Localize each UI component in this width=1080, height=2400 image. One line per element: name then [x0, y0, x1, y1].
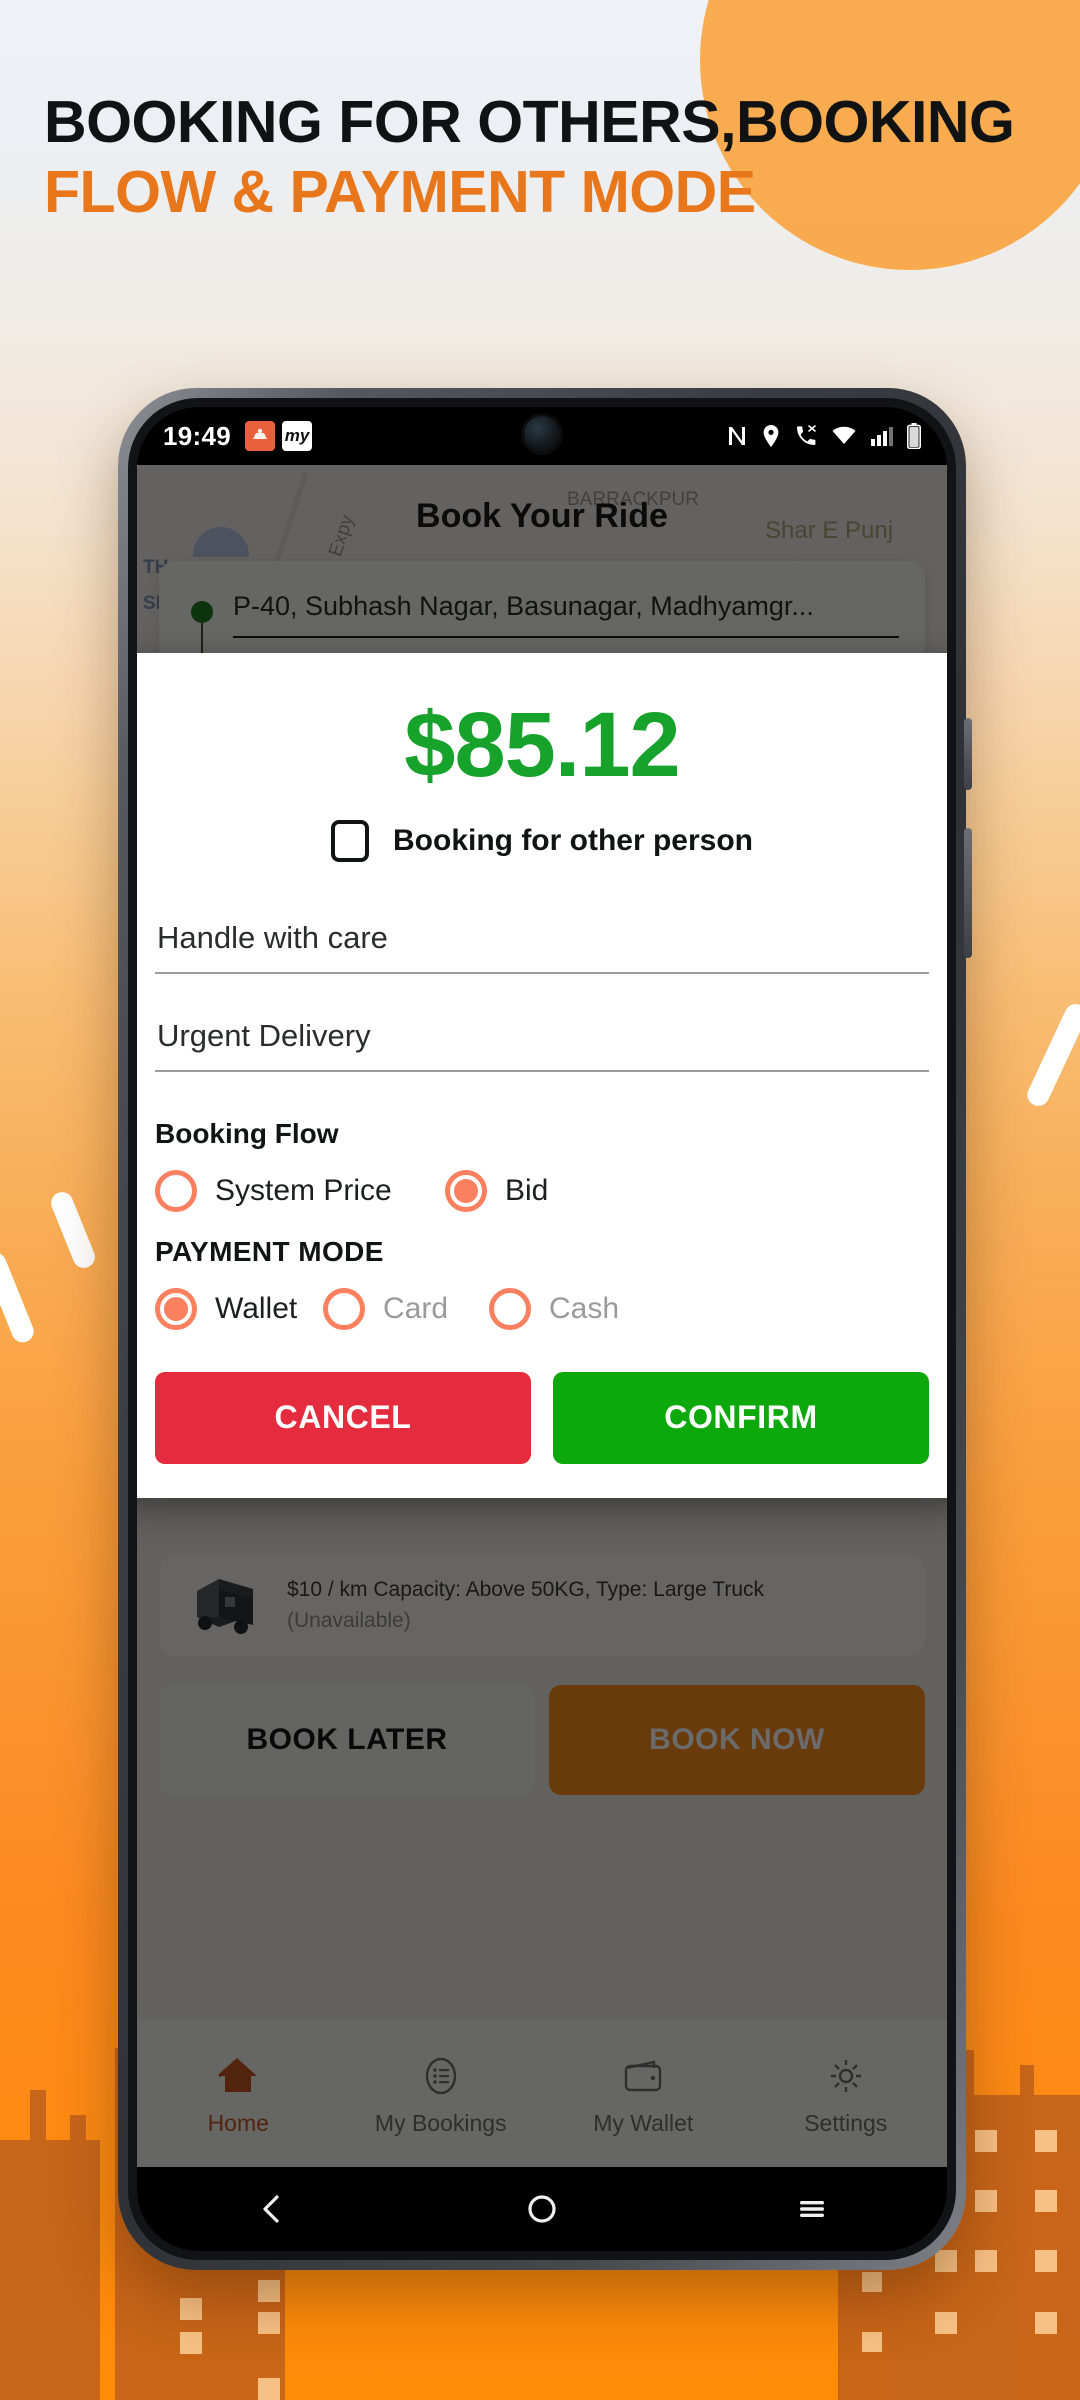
- dialog-actions: CANCEL CONFIRM: [155, 1336, 929, 1498]
- instruction-field-2-value[interactable]: Urgent Delivery: [155, 1008, 929, 1070]
- booking-for-other-checkbox[interactable]: [331, 819, 369, 862]
- nfc-icon: [726, 424, 748, 448]
- payment-mode-title: PAYMENT MODE: [155, 1235, 384, 1267]
- decorative-dash: [0, 1249, 37, 1346]
- signal-icon: [870, 424, 894, 448]
- cancel-button[interactable]: CANCEL: [155, 1371, 531, 1464]
- booking-flow-title: Booking Flow: [155, 1117, 339, 1149]
- my-app-icon: my: [282, 421, 312, 451]
- radio-option-bid[interactable]: Bid: [445, 1169, 549, 1212]
- app-content: Expy BARRACKPUR ব্যারাকপুর Shar E Punj শ…: [137, 465, 947, 2167]
- radio-label: Card: [383, 1291, 449, 1325]
- phone-volume-button: [964, 718, 972, 790]
- instruction-field-1[interactable]: Handle with care: [155, 896, 929, 974]
- poster-headline: BOOKING FOR OTHERS,BOOKING FLOW & PAYMEN…: [44, 88, 1044, 227]
- status-bar: 19:49 my: [137, 407, 947, 465]
- radio-label: Cash: [549, 1291, 620, 1325]
- radio-option-system-price[interactable]: System Price: [155, 1169, 445, 1212]
- booking-flow-options: System Price Bid: [155, 1158, 929, 1218]
- price-amount: $85.12: [404, 694, 680, 796]
- recents-icon[interactable]: [794, 2191, 830, 2227]
- decorative-dash: [1023, 1000, 1080, 1110]
- location-icon: [761, 424, 781, 448]
- radio-card[interactable]: [323, 1287, 365, 1330]
- radio-cash[interactable]: [489, 1287, 531, 1330]
- instruction-field-1-value[interactable]: Handle with care: [155, 910, 929, 972]
- radio-option-wallet[interactable]: Wallet: [155, 1287, 323, 1330]
- phone-screen: 19:49 my $85.12 Booking for other person…: [137, 407, 947, 2251]
- front-camera: [524, 416, 560, 452]
- headline-line-2: FLOW & PAYMENT MODE: [44, 158, 756, 225]
- confirm-button[interactable]: CONFIRM: [553, 1371, 929, 1464]
- home-circle-icon[interactable]: [524, 2191, 560, 2227]
- phone-power-button: [964, 828, 972, 958]
- call-icon: [794, 424, 818, 448]
- status-bar-system-icons: [726, 423, 921, 449]
- app-badge-icon: [245, 421, 275, 451]
- radio-bid[interactable]: [445, 1169, 487, 1212]
- status-bar-notification-icons: my: [245, 421, 312, 451]
- poster-root: BOOKING FOR OTHERS,BOOKING FLOW & PAYMEN…: [0, 0, 1080, 2400]
- back-icon[interactable]: [254, 2191, 290, 2227]
- phone-mockup: 19:49 my $85.12 Booking for other person…: [118, 388, 972, 2270]
- radio-label: Wallet: [215, 1291, 298, 1325]
- booking-for-other-label: Booking for other person: [393, 823, 753, 857]
- radio-option-cash[interactable]: Cash: [489, 1287, 620, 1330]
- radio-label: System Price: [215, 1173, 392, 1207]
- android-navigation-bar: [137, 2167, 947, 2251]
- wifi-icon: [831, 424, 857, 448]
- battery-icon: [907, 423, 921, 449]
- radio-option-card[interactable]: Card: [323, 1287, 489, 1330]
- booking-for-other-row[interactable]: Booking for other person: [155, 819, 929, 896]
- radio-label: Bid: [505, 1173, 549, 1207]
- payment-mode-options: Wallet Card Cash: [155, 1276, 929, 1336]
- booking-confirm-dialog: $85.12 Booking for other person Handle w…: [137, 653, 947, 1498]
- phone-bezel: 19:49 my $85.12 Booking for other person…: [128, 398, 956, 2260]
- decorative-dash: [47, 1188, 99, 1272]
- headline-line-1: BOOKING FOR OTHERS,BOOKING: [44, 89, 1015, 155]
- instruction-field-2[interactable]: Urgent Delivery: [155, 974, 929, 1072]
- status-bar-clock: 19:49: [163, 420, 231, 451]
- radio-wallet[interactable]: [155, 1287, 197, 1330]
- radio-system-price[interactable]: [155, 1169, 197, 1212]
